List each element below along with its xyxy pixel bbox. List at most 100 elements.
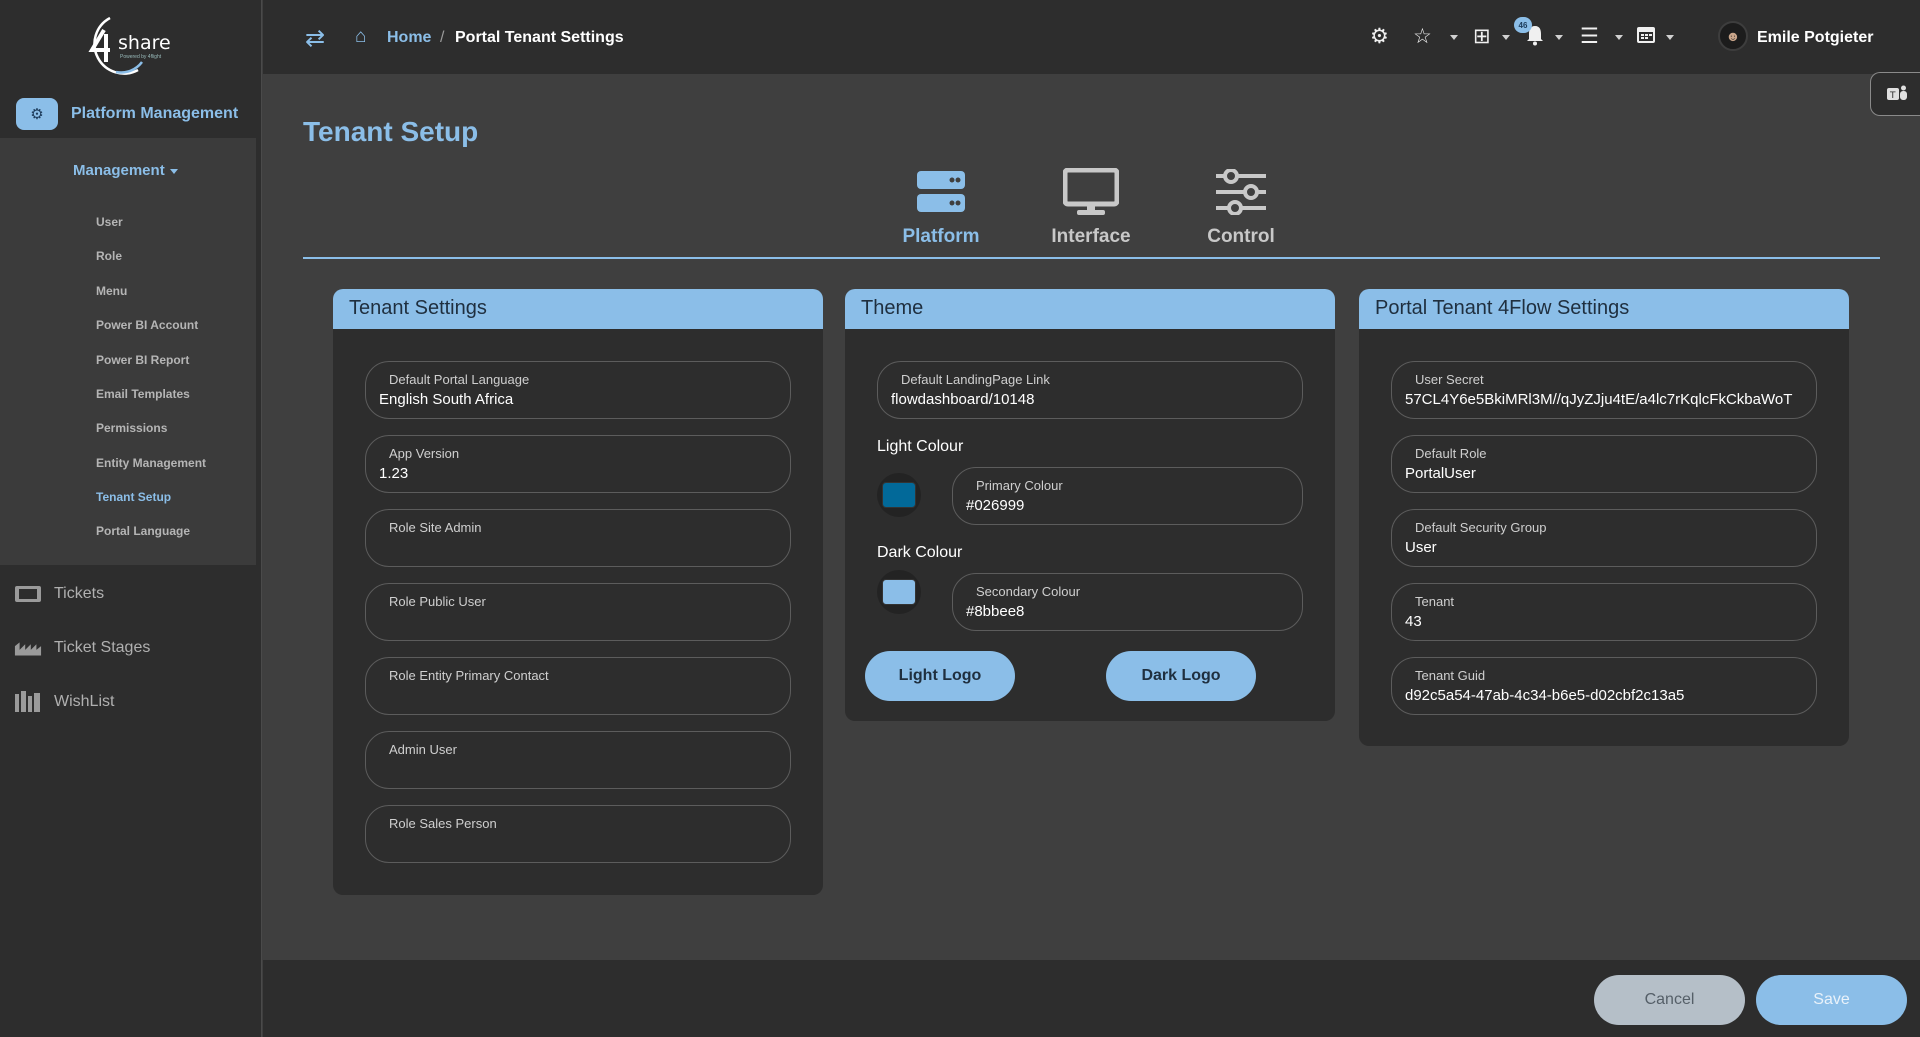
logo-text: share [118,32,171,54]
sidebar-item-power-bi-report[interactable]: Power BI Report [96,353,189,367]
breadcrumb-home[interactable]: Home [387,29,431,47]
field-value: User [1405,539,1437,556]
svg-text:T: T [1889,91,1896,101]
tab-interface-label: Interface [1051,226,1131,247]
field-value: #8bbee8 [966,603,1025,620]
sidebar-link-ticket-stages[interactable]: Ticket Stages [14,633,150,663]
sidebar-item-portal-language[interactable]: Portal Language [96,524,190,538]
wishlist-label: WishList [54,693,115,710]
field-value: flowdashboard/10148 [891,391,1035,408]
tenant-guid-field[interactable]: Tenant Guid d92c5a54-47ab-4c34-b6e5-d02c… [1391,657,1817,715]
field-value: PortalUser [1405,465,1476,482]
sliders-icon [1181,164,1301,220]
breadcrumb-separator: / [440,29,445,46]
footer-bar: Cancel Save [263,960,1920,1037]
sidebar-item-user[interactable]: User [96,215,123,229]
brand-logo[interactable]: share Powered by 4flight [80,12,180,80]
field-label: Tenant Guid [1415,668,1486,683]
wishlist-icon [14,691,42,713]
role-entity-primary-contact-field[interactable]: Role Entity Primary Contact [365,657,791,715]
field-label: Tenant [1415,594,1455,609]
tab-interface[interactable]: Interface [1031,164,1151,248]
default-portal-language-field[interactable]: Default Portal Language English South Af… [365,361,791,419]
star-caret-icon[interactable] [1450,35,1458,40]
field-label: Role Site Admin [389,520,482,535]
cancel-button[interactable]: Cancel [1594,975,1745,1025]
light-logo-button[interactable]: Light Logo [865,651,1015,701]
secondary-colour-swatch[interactable] [877,570,921,614]
tab-platform[interactable]: Platform [881,164,1001,248]
sidebar: share Powered by 4flight ⚙ Platform Mana… [0,0,262,1037]
sidebar-item-entity-management[interactable]: Entity Management [96,456,206,470]
sidebar-item-permissions[interactable]: Permissions [96,421,167,435]
platform-management-header[interactable]: ⚙ Platform Management [0,92,256,138]
field-value: 43 [1405,613,1422,630]
primary-colour-preview [882,482,916,508]
sidebar-item-menu[interactable]: Menu [96,284,127,298]
add-caret-icon[interactable] [1502,35,1510,40]
app-version-field[interactable]: App Version 1.23 [365,435,791,493]
dark-colour-label: Dark Colour [877,544,963,561]
monitor-icon [1031,164,1151,220]
sidebar-link-wishlist[interactable]: WishList [14,687,114,717]
portal-tenant-4flow-settings-card: Portal Tenant 4Flow Settings User Secret… [1359,289,1849,746]
swap-arrows-icon[interactable]: ⇄ [305,24,325,53]
settings-gear-icon[interactable]: ⚙ [1370,24,1389,49]
tenant-settings-card: Tenant Settings Default Portal Language … [333,289,823,895]
field-label: Secondary Colour [976,584,1081,599]
checklist-caret-icon[interactable] [1615,35,1623,40]
save-button[interactable]: Save [1756,975,1907,1025]
sidebar-item-tenant-setup[interactable]: Tenant Setup [96,490,171,504]
caret-down-icon [169,168,178,174]
sidebar-item-role[interactable]: Role [96,249,122,263]
tab-control-label: Control [1207,226,1275,247]
checklist-icon[interactable]: ☰ [1580,24,1599,49]
tenant-field[interactable]: Tenant 43 [1391,583,1817,641]
role-public-user-field[interactable]: Role Public User [365,583,791,641]
field-value: #026999 [966,497,1025,514]
user-avatar[interactable]: ☻ [1718,21,1748,51]
field-label: Default Portal Language [389,372,530,387]
default-security-group-field[interactable]: Default Security Group User [1391,509,1817,567]
management-dropdown[interactable]: Management [73,162,178,179]
tab-control[interactable]: Control [1181,164,1301,248]
tab-divider [303,257,1880,259]
add-square-icon[interactable]: ⊞ [1473,24,1491,49]
default-landing-page-link-field[interactable]: Default LandingPage Link flowdashboard/1… [877,361,1303,419]
tickets-label: Tickets [54,585,105,602]
tab-platform-label: Platform [902,226,980,247]
role-sales-person-field[interactable]: Role Sales Person [365,805,791,863]
light-colour-label: Light Colour [877,438,964,455]
sidebar-item-power-bi-account[interactable]: Power BI Account [96,318,198,332]
logo-tagline: Powered by 4flight [120,54,162,60]
top-bar: ⇄ ⌂ Home / Portal Tenant Settings ⚙ ☆ ⊞ … [263,0,1920,74]
primary-colour-swatch[interactable] [877,473,921,517]
field-label: Default Security Group [1415,520,1547,535]
bell-caret-icon[interactable] [1555,35,1563,40]
sidebar-link-tickets[interactable]: Tickets [14,579,104,609]
flow-settings-title: Portal Tenant 4Flow Settings [1359,289,1849,329]
teams-side-tab[interactable]: T [1870,72,1920,116]
breadcrumb-current: Portal Tenant Settings [455,29,624,46]
user-secret-field[interactable]: User Secret 57CL4Y6e5BkiMRl3M//qJyZJju4t… [1391,361,1817,419]
teams-icon: T [1886,85,1907,101]
dark-logo-button[interactable]: Dark Logo [1106,651,1256,701]
platform-management-label: Platform Management [71,105,239,122]
admin-user-field[interactable]: Admin User [365,731,791,789]
home-icon[interactable]: ⌂ [355,26,366,48]
primary-colour-field[interactable]: Primary Colour #026999 [952,467,1303,525]
field-value: English South Africa [379,391,514,408]
default-role-field[interactable]: Default Role PortalUser [1391,435,1817,493]
role-site-admin-field[interactable]: Role Site Admin [365,509,791,567]
secondary-colour-field[interactable]: Secondary Colour #8bbee8 [952,573,1303,631]
ticket-stages-label: Ticket Stages [54,639,151,656]
management-panel: Management User Role Menu Power BI Accou… [0,138,256,565]
field-label: Default LandingPage Link [901,372,1050,387]
calendar-caret-icon[interactable] [1666,35,1674,40]
sidebar-item-email-templates[interactable]: Email Templates [96,387,190,401]
star-icon[interactable]: ☆ [1413,24,1432,49]
field-label: Role Sales Person [389,816,497,831]
calendar-icon[interactable] [1636,24,1656,50]
page-title: Tenant Setup [303,116,479,147]
user-name[interactable]: Emile Potgieter [1757,29,1873,47]
